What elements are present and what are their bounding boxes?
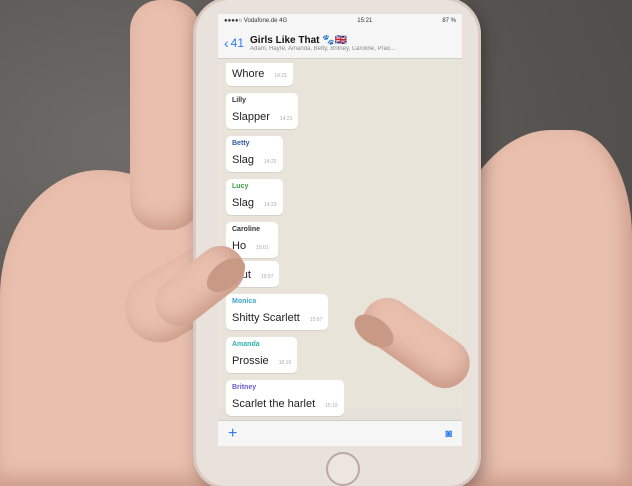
carrier-label: ●●●●○ Vodafone.de 4G — [224, 18, 288, 24]
back-button[interactable]: ‹ 41 — [224, 36, 244, 50]
clock-label: 15:21 — [357, 18, 373, 24]
message-bubble[interactable]: Betty Slag 14:22 — [226, 136, 283, 172]
message-time: 14:21 — [279, 116, 293, 122]
message-time: 14:22 — [264, 159, 277, 165]
message-text: Slag — [232, 197, 255, 209]
message-time: 14:23 — [264, 202, 277, 208]
left-finger-top — [130, 0, 200, 230]
message-time: 15:07 — [260, 274, 274, 280]
message-sender: Lilly — [232, 97, 247, 104]
message-text: Slapper — [232, 111, 270, 123]
message-sender: Caroline — [232, 226, 261, 233]
message-time: 15:01 — [256, 245, 269, 251]
message-bubble[interactable]: Britney Scarlet the harlet 15:19 — [226, 380, 344, 416]
message-bubble[interactable]: Lilly Slapper 14:21 — [226, 93, 299, 129]
message-sender: Amanda — [232, 341, 260, 348]
message-text: Slag — [232, 154, 255, 166]
chevron-left-icon: ‹ — [224, 35, 229, 51]
message-time: 15:07 — [309, 317, 323, 323]
message-text: Prossie — [232, 355, 269, 367]
message-sender: Betty — [232, 140, 250, 147]
message-text: Whore — [232, 68, 265, 80]
message-bubble[interactable]: Whore 14:21 — [226, 63, 293, 86]
message-bubble[interactable]: Monica Shitty Scarlett 15:07 — [226, 294, 329, 330]
chat-title-block[interactable]: Girls Like That 🐾🇬🇧 Adam, Hayre, Amanda,… — [250, 35, 440, 52]
back-count: 41 — [230, 36, 245, 50]
camera-icon[interactable]: ◙ — [445, 428, 452, 440]
message-time: 15:19 — [325, 403, 338, 409]
compose-bar: + ◙ — [218, 420, 462, 446]
message-time: 15:19 — [278, 360, 292, 366]
message-bubble[interactable]: Amanda Prossie 15:19 — [226, 337, 298, 373]
message-sender: Monica — [232, 298, 257, 305]
chat-header: ‹ 41 Girls Like That 🐾🇬🇧 Adam, Hayre, Am… — [218, 28, 462, 59]
message-sender: Britney — [232, 384, 257, 391]
message-sender: Lucy — [232, 183, 249, 190]
chat-members: Adam, Hayre, Amanda, Betty, Britney, Car… — [250, 45, 396, 52]
chat-title: Girls Like That 🐾🇬🇧 — [250, 34, 348, 46]
battery-label: 87 % — [442, 18, 456, 24]
message-bubble[interactable]: Lucy Slag 14:23 — [226, 179, 283, 215]
message-text: Scarlet the harlet — [232, 398, 316, 410]
message-text: Shitty Scarlett — [232, 312, 300, 324]
status-bar: ●●●●○ Vodafone.de 4G 15:21 87 % — [218, 14, 462, 28]
phone-screen: ●●●●○ Vodafone.de 4G 15:21 87 % ‹ 41 Gir… — [218, 14, 462, 446]
plus-icon[interactable]: + — [228, 425, 237, 443]
home-button[interactable] — [326, 452, 360, 486]
message-time: 14:21 — [274, 73, 287, 79]
